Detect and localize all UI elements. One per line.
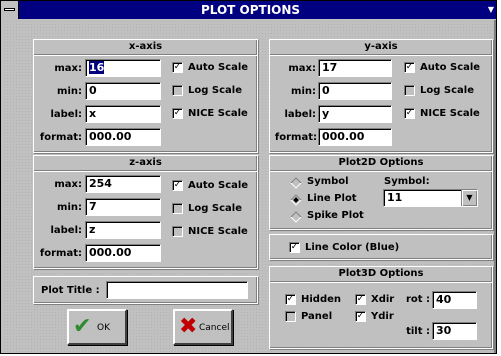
y-max-input[interactable]: 17 <box>318 59 392 77</box>
x-format-input[interactable]: 000.00 <box>85 128 161 146</box>
down-arrow-icon: ▼ <box>487 5 495 14</box>
spike-plot-radio[interactable] <box>290 211 302 223</box>
symbol-radio[interactable] <box>290 177 302 189</box>
line-color-checkbox[interactable]: ✓ <box>289 242 300 253</box>
ydir-label: Ydir <box>371 311 394 322</box>
x-log-scale-checkbox[interactable] <box>172 85 183 96</box>
x-format-label: format: <box>39 132 82 143</box>
spike-plot-radio-label: Spike Plot <box>307 210 364 221</box>
y-log-scale-label: Log Scale <box>420 85 474 96</box>
z-min-label: min: <box>57 202 82 213</box>
x-log-scale-label: Log Scale <box>188 85 242 96</box>
rot-label: rot : <box>405 294 430 305</box>
z-auto-scale-label: Auto Scale <box>188 180 249 191</box>
z-nice-scale-checkbox[interactable] <box>172 226 183 237</box>
y-format-input[interactable]: 000.00 <box>318 128 392 146</box>
y-axis-heading: y-axis <box>270 40 492 55</box>
y-format-label: format: <box>274 132 317 143</box>
z-min-input[interactable]: 7 <box>85 198 161 216</box>
y-log-scale-checkbox[interactable] <box>404 85 415 96</box>
plot-title-input[interactable] <box>106 281 248 299</box>
panel-label: Panel <box>301 311 333 322</box>
x-min-input[interactable]: 0 <box>85 82 161 100</box>
x-min-label: min: <box>57 86 82 97</box>
y-auto-scale-label: Auto Scale <box>420 62 481 73</box>
x-auto-scale-checkbox[interactable]: ✓ <box>172 62 183 73</box>
z-axis-group: z-axis max: 254 min: 7 label: z format: … <box>33 155 258 269</box>
x-max-input[interactable]: 16 <box>85 59 161 77</box>
tilt-input[interactable]: 30 <box>432 322 477 340</box>
line-plot-radio[interactable] <box>290 194 302 206</box>
hidden-checkbox[interactable]: ✓ <box>285 294 296 305</box>
z-axis-heading: z-axis <box>34 156 257 171</box>
check-icon: ✔ <box>73 314 92 339</box>
y-nice-scale-label: NICE Scale <box>420 108 480 119</box>
line-color-label: Line Color (Blue) <box>305 242 400 253</box>
symbol-select[interactable]: 11 ▼ <box>383 189 478 207</box>
symbol-radio-label: Symbol <box>307 176 349 187</box>
plot-title-group: Plot Title : <box>33 276 258 304</box>
z-format-label: format: <box>39 248 82 259</box>
plot3d-options-heading: Plot3D Options <box>270 267 492 282</box>
x-max-value: 16 <box>89 61 105 74</box>
y-min-input[interactable]: 0 <box>318 82 392 100</box>
y-nice-scale-checkbox[interactable]: ✓ <box>404 108 415 119</box>
x-auto-scale-label: Auto Scale <box>188 62 249 73</box>
window-title: PLOT OPTIONS <box>200 3 301 17</box>
rot-input[interactable]: 40 <box>432 291 477 309</box>
y-auto-scale-checkbox[interactable]: ✓ <box>404 62 415 73</box>
line-color-group: ✓ Line Color (Blue) <box>269 234 493 260</box>
x-max-label: max: <box>54 63 82 74</box>
system-menu-icon <box>4 8 15 11</box>
x-nice-scale-checkbox[interactable]: ✓ <box>172 108 183 119</box>
z-max-input[interactable]: 254 <box>85 175 161 193</box>
z-nice-scale-label: NICE Scale <box>188 226 248 237</box>
title-bar: PLOT OPTIONS ▼ <box>1 1 496 19</box>
symbol-select-value: 11 <box>387 191 403 204</box>
plot2d-options-group: Plot2D Options Symbol Line Plot Spike Pl… <box>269 155 493 230</box>
x-axis-group: x-axis max: 16 min: 0 label: x format: 0… <box>33 39 258 153</box>
line-plot-radio-label: Line Plot <box>307 193 357 204</box>
z-auto-scale-checkbox[interactable]: ✓ <box>172 180 183 191</box>
x-nice-scale-label: NICE Scale <box>188 108 248 119</box>
cancel-button-label: Cancel <box>199 323 230 333</box>
ok-button[interactable]: ✔ OK <box>67 309 127 345</box>
y-max-label: max: <box>288 63 316 74</box>
y-min-label: min: <box>291 86 316 97</box>
z-label-label: label: <box>50 225 82 236</box>
hidden-label: Hidden <box>301 294 342 305</box>
y-axis-group: y-axis max: 17 min: 0 label: y format: 0… <box>269 39 493 153</box>
ok-button-label: OK <box>97 323 110 333</box>
z-max-label: max: <box>54 179 82 190</box>
panel-checkbox[interactable] <box>285 311 296 322</box>
ydir-checkbox[interactable]: ✓ <box>355 311 366 322</box>
plot-options-dialog: PLOT OPTIONS ▼ x-axis max: 16 min: 0 lab… <box>0 0 497 354</box>
x-label-input[interactable]: x <box>85 105 161 123</box>
dropdown-arrow-icon[interactable]: ▼ <box>461 190 477 206</box>
tilt-label: tilt : <box>406 326 430 337</box>
radio-selected-dot <box>293 197 299 203</box>
y-label-input[interactable]: y <box>318 105 392 123</box>
cancel-button[interactable]: ✖ Cancel <box>173 309 233 345</box>
x-icon: ✖ <box>179 314 198 339</box>
x-label-label: label: <box>50 109 82 120</box>
z-format-input[interactable]: 000.00 <box>85 244 161 262</box>
plot2d-options-heading: Plot2D Options <box>270 156 492 171</box>
system-menu-button[interactable] <box>1 1 19 19</box>
z-label-input[interactable]: z <box>85 221 161 239</box>
symbol-select-label: Symbol: <box>384 176 430 187</box>
z-log-scale-checkbox[interactable] <box>172 203 183 214</box>
plot3d-options-group: Plot3D Options ✓ Hidden Panel ✓ Xdir ✓ Y… <box>269 266 493 349</box>
y-label-label: label: <box>284 109 316 120</box>
window-right-border <box>494 20 496 353</box>
x-axis-heading: x-axis <box>34 40 257 55</box>
xdir-label: Xdir <box>371 294 395 305</box>
dialog-body: x-axis max: 16 min: 0 label: x format: 0… <box>3 20 494 353</box>
xdir-checkbox[interactable]: ✓ <box>355 294 366 305</box>
z-log-scale-label: Log Scale <box>188 203 242 214</box>
plot-title-label: Plot Title : <box>41 285 100 296</box>
